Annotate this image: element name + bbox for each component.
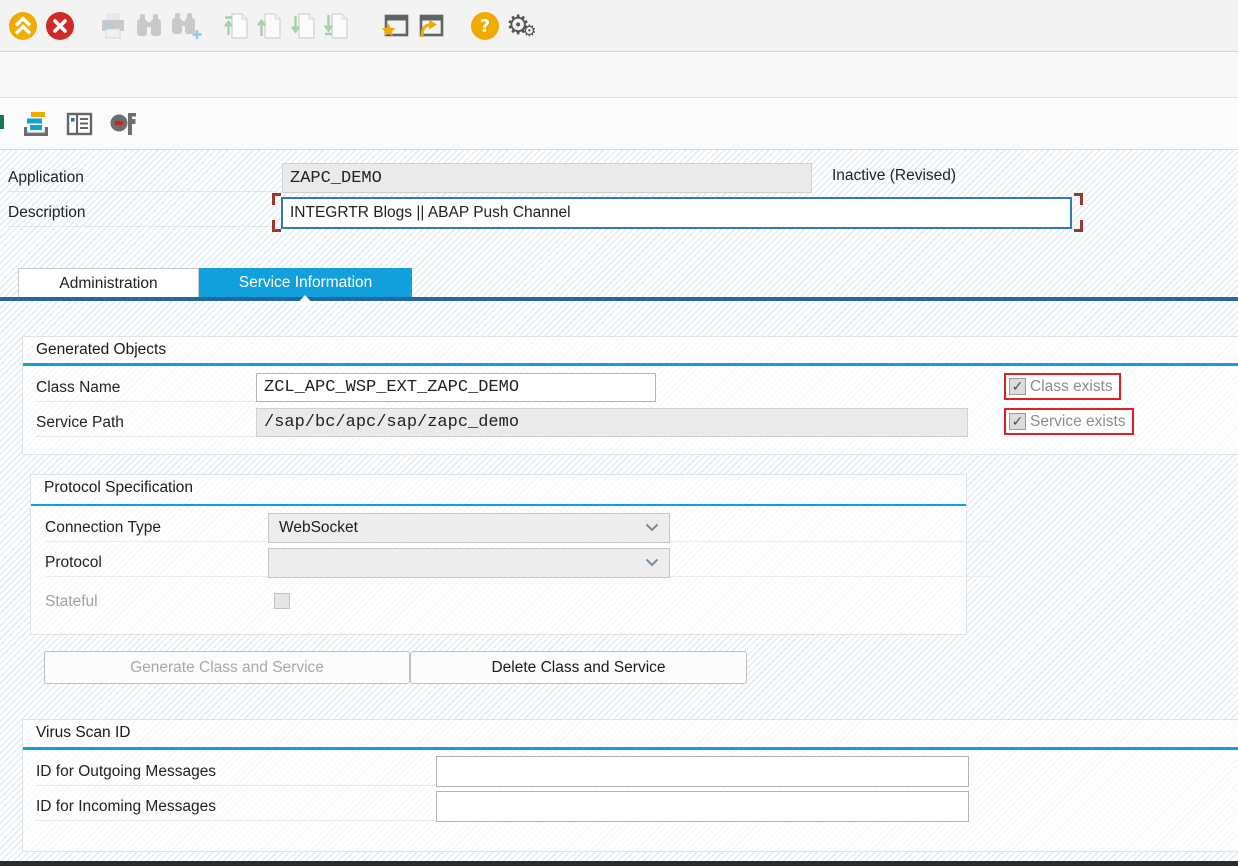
description-field[interactable]: [281, 197, 1072, 229]
incoming-messages-field[interactable]: [436, 791, 969, 822]
delete-class-and-service-button[interactable]: Delete Class and Service: [410, 651, 747, 684]
service-exists-label: Service exists: [1030, 413, 1126, 431]
where-used-icon[interactable]: [108, 110, 138, 138]
protocol-specification-group: Protocol Specification Connection Type W…: [30, 474, 967, 635]
title-strip: [0, 53, 1238, 98]
group-rule: [23, 363, 1238, 366]
status-text: Inactive (Revised): [832, 167, 956, 185]
description-label: Description: [8, 198, 276, 227]
cancel-icon[interactable]: [45, 11, 75, 41]
svg-text:?: ?: [480, 16, 490, 37]
tab-service-information[interactable]: Service Information: [199, 268, 412, 298]
new-session-icon[interactable]: [379, 12, 409, 40]
activation-log-icon[interactable]: [20, 109, 50, 139]
connection-type-dropdown[interactable]: WebSocket: [268, 513, 670, 543]
class-name-label: Class Name: [36, 373, 256, 402]
last-page-icon[interactable]: [323, 11, 351, 41]
tabstrip-line: [0, 297, 1238, 301]
bottom-bar: [0, 861, 1238, 866]
application-field[interactable]: [282, 163, 812, 193]
help-icon[interactable]: ?: [470, 11, 500, 41]
create-shortcut-icon[interactable]: [414, 12, 444, 40]
tab-administration[interactable]: Administration: [18, 268, 199, 298]
print-icon[interactable]: [97, 11, 129, 41]
generate-class-and-service-button[interactable]: Generate Class and Service: [44, 651, 410, 684]
service-path-label: Service Path: [36, 408, 256, 437]
first-page-icon[interactable]: [223, 11, 251, 41]
generated-objects-group: Generated Objects Class Name ✓ Class exi…: [22, 336, 1238, 455]
previous-page-icon[interactable]: [256, 11, 284, 41]
class-exists-label: Class exists: [1030, 378, 1113, 396]
chevron-down-icon: [645, 519, 659, 537]
modified-corner-mark: [1074, 193, 1083, 205]
connection-type-value: WebSocket: [279, 519, 358, 537]
generated-objects-title: Generated Objects: [36, 341, 166, 359]
class-exists-highlight: ✓ Class exists: [1004, 373, 1121, 400]
class-exists-checkbox[interactable]: ✓: [1009, 378, 1026, 395]
protocol-dropdown[interactable]: [268, 548, 670, 578]
stateful-checkbox[interactable]: [274, 593, 290, 609]
class-name-field[interactable]: [256, 373, 656, 402]
modified-corner-mark: [1074, 220, 1083, 232]
modified-corner-mark: [272, 220, 281, 232]
active-tab-notch: [296, 295, 314, 305]
outgoing-messages-label: ID for Outgoing Messages: [36, 757, 436, 786]
clipped-icon: [0, 115, 4, 129]
find-icon[interactable]: [133, 11, 165, 41]
group-rule: [23, 747, 1238, 750]
exit-icon[interactable]: [8, 11, 38, 41]
chevron-down-icon: [645, 554, 659, 572]
object-list-icon[interactable]: [64, 110, 94, 138]
stateful-label: Stateful: [45, 587, 265, 616]
sap-gui-window: ? ⚙⚙ Application Inactive (Revised) Desc…: [0, 0, 1238, 866]
virus-scan-group: Virus Scan ID ID for Outgoing Messages I…: [22, 719, 1238, 852]
main-toolbar: ? ⚙⚙: [0, 0, 1238, 52]
customize-layout-icon[interactable]: ⚙⚙: [506, 6, 537, 46]
application-toolbar: [0, 99, 1238, 150]
find-next-icon[interactable]: [169, 11, 203, 41]
protocol-specification-title: Protocol Specification: [44, 479, 193, 497]
virus-scan-title: Virus Scan ID: [36, 724, 130, 742]
next-page-icon[interactable]: [290, 11, 318, 41]
content-area: Application Inactive (Revised) Descripti…: [0, 150, 1238, 866]
modified-corner-mark: [272, 193, 281, 205]
incoming-messages-label: ID for Incoming Messages: [36, 792, 436, 821]
service-exists-checkbox[interactable]: ✓: [1009, 413, 1026, 430]
service-exists-highlight: ✓ Service exists: [1004, 408, 1134, 435]
outgoing-messages-field[interactable]: [436, 756, 969, 787]
application-label: Application: [8, 163, 276, 192]
group-rule: [31, 504, 966, 506]
service-path-field[interactable]: [256, 408, 968, 437]
